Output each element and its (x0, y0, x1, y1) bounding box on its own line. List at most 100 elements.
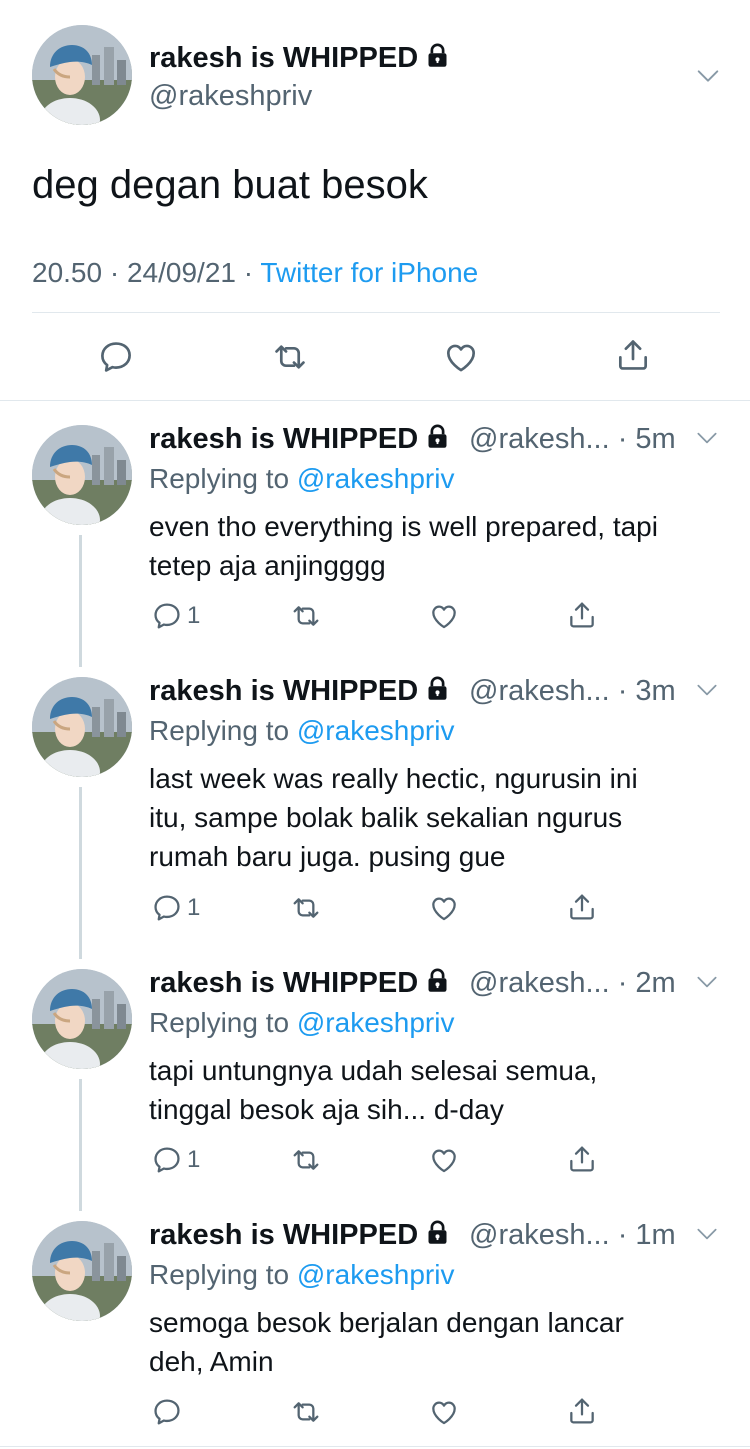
text-line: deh, Amin (149, 1346, 274, 1377)
handle[interactable]: @rakesh... · 1m (469, 1219, 676, 1252)
avatar-image (32, 425, 132, 525)
lock-icon (424, 423, 451, 450)
chevron-down-icon[interactable] (694, 969, 720, 995)
tweet-source-link[interactable]: Twitter for iPhone (260, 257, 478, 288)
reply-icon[interactable] (97, 338, 135, 376)
timestamp: · 2m (617, 967, 676, 999)
main-tweet-text: deg degan buat besok (32, 163, 428, 207)
reply-button[interactable] (151, 1396, 187, 1428)
thread-line (79, 535, 82, 667)
main-divider (32, 312, 720, 313)
tweet-date: 24/09/21 (126, 257, 236, 288)
reply-icon (151, 1396, 183, 1428)
text-line: tapi untungnya udah selesai semua, (149, 1055, 598, 1086)
avatar[interactable] (32, 969, 132, 1069)
display-name[interactable]: rakesh is WHIPPED (149, 423, 451, 456)
tweet-text: semoga besok berjalan dengan lancar deh,… (149, 1303, 624, 1381)
share-icon[interactable] (566, 599, 598, 631)
reply-count: 1 (187, 1146, 201, 1173)
text-line: tinggal besok aja sih... d-day (149, 1094, 504, 1125)
text-line: tetep aja anjingggg (149, 550, 386, 581)
display-name[interactable]: rakesh is WHIPPED (149, 1219, 451, 1252)
chevron-down-icon[interactable] (694, 425, 720, 451)
share-icon[interactable] (566, 1143, 598, 1175)
tweet-time: 20.50 (32, 257, 103, 288)
retweet-icon[interactable] (289, 1144, 323, 1176)
avatar-image (32, 1221, 132, 1321)
reply-icon (151, 892, 183, 924)
separator: · (243, 257, 254, 288)
main-handle[interactable]: @rakeshpriv (149, 80, 312, 113)
reply-button[interactable]: 1 (151, 892, 200, 924)
display-name-text: rakesh is WHIPPED (149, 967, 419, 999)
tweet-text: even tho everything is well prepared, ta… (149, 507, 658, 585)
text-line: even tho everything is well prepared, ta… (149, 511, 658, 542)
handle-text: @rakesh... (469, 675, 610, 707)
avatar-image (32, 677, 132, 777)
mention-link[interactable]: @rakeshpriv (297, 1007, 455, 1038)
display-name-text: rakesh is WHIPPED (149, 675, 419, 707)
mention-link[interactable]: @rakeshpriv (297, 1259, 455, 1290)
main-tweet-meta: 20.50 · 24/09/21 · Twitter for iPhone (32, 257, 478, 289)
main-display-name[interactable]: rakesh is WHIPPED (149, 42, 451, 75)
chevron-down-icon[interactable] (694, 1221, 720, 1247)
text-line: rumah baru juga. pusing gue (149, 841, 506, 872)
display-name-text: rakesh is WHIPPED (149, 42, 419, 74)
retweet-icon[interactable] (289, 892, 323, 924)
avatar-image (32, 969, 132, 1069)
reply-count: 1 (187, 894, 201, 921)
tweet-text: last week was really hectic, ngurusin in… (149, 759, 638, 876)
handle-text: @rakesh... (469, 967, 610, 999)
like-icon[interactable] (442, 338, 480, 376)
replying-to: Replying to @rakeshpriv (149, 715, 454, 747)
handle[interactable]: @rakesh... · 2m (469, 967, 676, 1000)
share-icon[interactable] (566, 891, 598, 923)
share-icon[interactable] (614, 336, 652, 374)
text-line: last week was really hectic, ngurusin in… (149, 763, 638, 794)
mention-link[interactable]: @rakeshpriv (297, 715, 455, 746)
timestamp: · 5m (617, 423, 676, 455)
handle-text: @rakesh... (469, 1219, 610, 1251)
avatar[interactable] (32, 677, 132, 777)
reply-count: 1 (187, 602, 201, 629)
chevron-down-icon[interactable] (694, 62, 722, 90)
retweet-icon[interactable] (270, 338, 310, 376)
replying-label: Replying to (149, 1007, 297, 1038)
avatar[interactable] (32, 425, 132, 525)
share-icon[interactable] (566, 1395, 598, 1427)
text-line: semoga besok berjalan dengan lancar (149, 1307, 624, 1338)
reply-button[interactable]: 1 (151, 600, 200, 632)
retweet-icon[interactable] (289, 600, 323, 632)
replying-to: Replying to @rakeshpriv (149, 1259, 454, 1291)
like-icon[interactable] (428, 892, 460, 924)
lock-icon (424, 1219, 451, 1246)
display-name[interactable]: rakesh is WHIPPED (149, 967, 451, 1000)
bottom-divider (0, 1446, 750, 1447)
like-icon[interactable] (428, 600, 460, 632)
thread-line (79, 787, 82, 959)
display-name[interactable]: rakesh is WHIPPED (149, 675, 451, 708)
main-avatar[interactable] (32, 25, 132, 125)
reply-icon (151, 600, 183, 632)
handle-text: @rakesh... (469, 423, 610, 455)
reply-button[interactable]: 1 (151, 1144, 200, 1176)
replying-to: Replying to @rakeshpriv (149, 463, 454, 495)
display-name-text: rakesh is WHIPPED (149, 1219, 419, 1251)
display-name-text: rakesh is WHIPPED (149, 423, 419, 455)
handle[interactable]: @rakesh... · 3m (469, 675, 676, 708)
mention-link[interactable]: @rakeshpriv (297, 463, 455, 494)
like-icon[interactable] (428, 1396, 460, 1428)
thread-line (79, 1079, 82, 1211)
like-icon[interactable] (428, 1144, 460, 1176)
lock-icon (424, 42, 451, 69)
avatar[interactable] (32, 1221, 132, 1321)
chevron-down-icon[interactable] (694, 677, 720, 703)
timestamp: · 1m (617, 1219, 676, 1251)
replying-label: Replying to (149, 715, 297, 746)
avatar-image (32, 25, 132, 125)
separator: · (109, 257, 120, 288)
replying-to: Replying to @rakeshpriv (149, 1007, 454, 1039)
tweet-text: tapi untungnya udah selesai semua, tingg… (149, 1051, 597, 1129)
handle[interactable]: @rakesh... · 5m (469, 423, 676, 456)
retweet-icon[interactable] (289, 1396, 323, 1428)
